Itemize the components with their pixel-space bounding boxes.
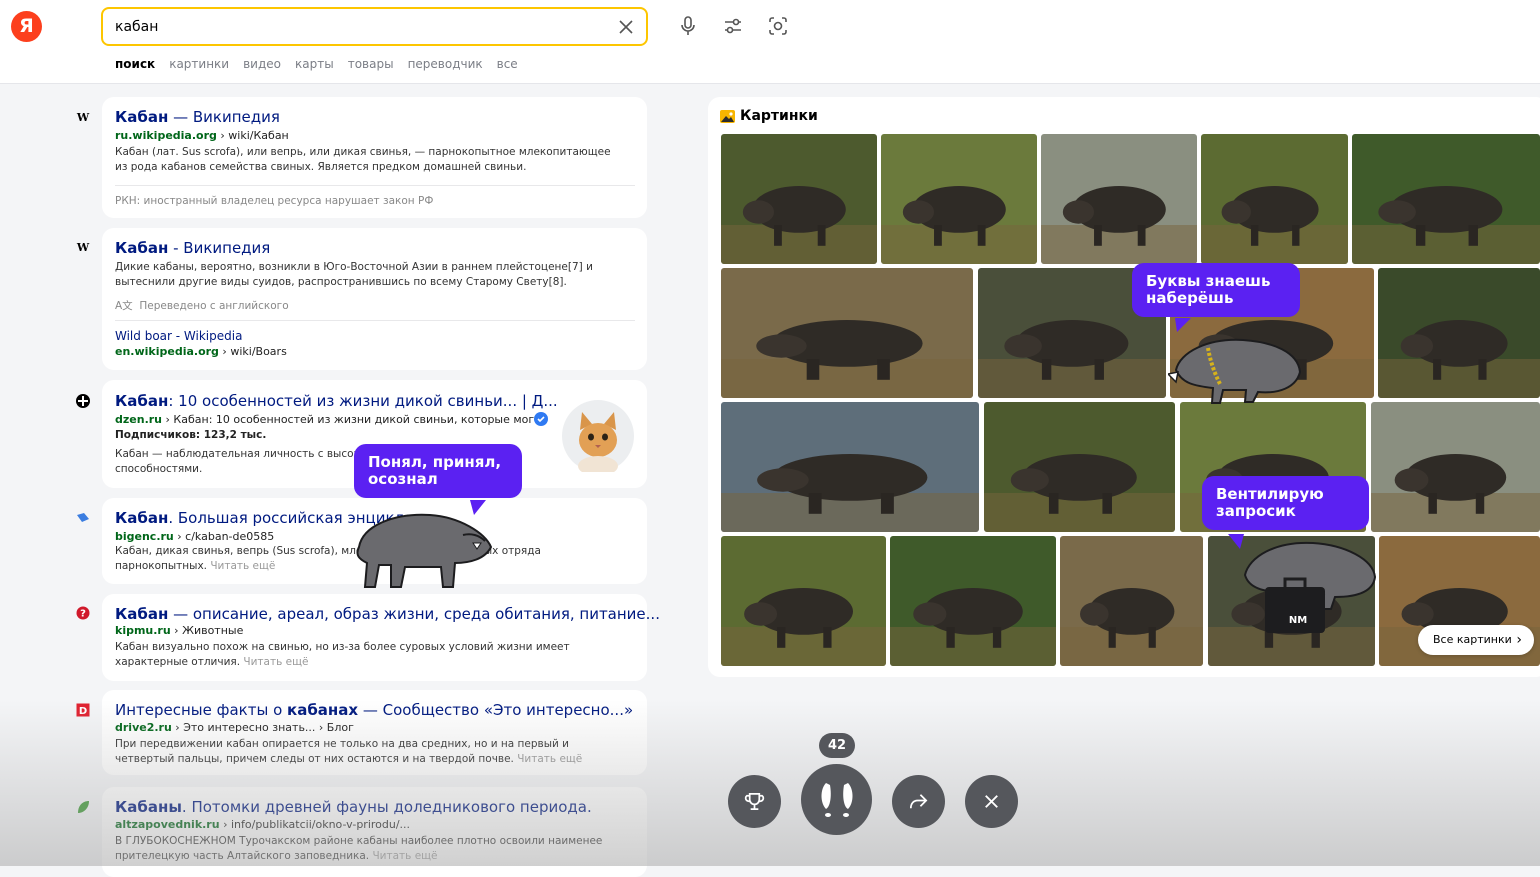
search-tabs: поиск картинки видео карты товары перево… (115, 57, 518, 71)
image-thumbnail[interactable] (721, 402, 979, 532)
result-note: РКН: иностранный владелец ресурса наруша… (115, 195, 434, 207)
image-thumbnail[interactable] (890, 536, 1056, 666)
speech-bubble: Вентилирую запросик (1202, 476, 1369, 530)
trophy-button[interactable] (728, 775, 781, 828)
image-thumbnail[interactable] (721, 536, 886, 666)
pictures-icon (720, 110, 735, 123)
verified-icon (534, 412, 548, 426)
result-title[interactable]: Кабан — Википедия (115, 108, 280, 126)
result-snippet: В ГЛУБОКОСНЕЖНОМ Турочакском районе каба… (115, 835, 603, 862)
result-url[interactable]: kipmu.ru › Животные (115, 624, 243, 637)
tab-search[interactable]: поиск (115, 57, 155, 71)
divider (115, 185, 635, 186)
microphone-icon[interactable] (676, 14, 700, 38)
search-box[interactable] (101, 7, 648, 46)
result-card: Кабан — описание, ареал, образ жизни, ср… (102, 594, 660, 681)
yandex-logo[interactable]: Я (11, 11, 42, 42)
image-thumbnail[interactable] (1371, 402, 1540, 532)
camera-search-icon[interactable] (766, 14, 790, 38)
result-card: Кабаны. Потомки древней фауны доледников… (102, 787, 647, 877)
result-title[interactable]: Кабаны. Потомки древней фауны доледников… (115, 798, 592, 816)
header: Я поиск картинки видео карты товары пере… (0, 0, 1540, 84)
image-thumbnail[interactable] (1060, 536, 1203, 666)
boar-chain-mascot (1168, 338, 1302, 404)
images-title[interactable]: Картинки (740, 108, 818, 124)
speech-bubble: Буквы знаешь наберёшь (1132, 263, 1300, 317)
result-title[interactable]: Кабан: 10 особенностей из жизни дикой св… (115, 392, 558, 410)
result-url[interactable]: dzen.ru › Кабан: 10 особенностей из жизн… (115, 413, 545, 426)
tab-products[interactable]: товары (348, 57, 394, 71)
translated-note: A文 Переведено с английского (115, 300, 289, 312)
paw-button[interactable] (801, 764, 872, 835)
chevron-right-icon: › (1516, 632, 1522, 648)
image-thumbnail[interactable] (1041, 134, 1197, 264)
result-snippet: При передвижении кабан опирается не толь… (115, 738, 583, 765)
tab-images[interactable]: картинки (169, 57, 229, 71)
subscribers-count: Подписчиков: 123,2 тыс. (115, 429, 267, 441)
image-thumbnail[interactable] (984, 402, 1175, 532)
image-thumbnail[interactable] (1378, 268, 1540, 398)
divider (115, 320, 635, 321)
share-icon (909, 794, 928, 809)
cat-avatar (562, 400, 634, 472)
close-icon (985, 795, 998, 808)
all-images-button[interactable]: Все картинки › (1418, 625, 1534, 655)
result-snippet: Дикие кабаны, вероятно, возникли в Юго-В… (115, 261, 593, 288)
close-button[interactable] (965, 775, 1018, 828)
search-input[interactable] (115, 17, 595, 37)
hoof-print-icon (821, 783, 853, 817)
result-card: Интересные факты о кабанах — Сообщество … (102, 690, 647, 775)
counter-badge: 42 (819, 733, 855, 758)
image-thumbnail[interactable] (881, 134, 1037, 264)
result-snippet: Кабан (лат. Sus scrofa), или вепрь, или … (115, 146, 611, 173)
image-thumbnail[interactable] (1352, 134, 1540, 264)
translate-icon: A文 (115, 300, 133, 312)
boar-briefcase-mascot: NM (1243, 541, 1377, 633)
tab-video[interactable]: видео (243, 57, 281, 71)
image-thumbnail[interactable] (721, 134, 877, 264)
result-title[interactable]: Кабан - Википедия (115, 239, 270, 257)
sub-link[interactable]: Wild boar - Wikipedia (115, 329, 242, 343)
leaf-icon (78, 801, 89, 813)
result-snippet: Кабан визуально похож на свинью, но из-з… (115, 641, 570, 668)
wikipedia-icon: W (76, 111, 90, 124)
result-card: Кабан - Википедия Дикие кабаны, вероятно… (102, 228, 647, 370)
tab-translator[interactable]: переводчик (408, 57, 483, 71)
result-url[interactable]: drive2.ru › Это интересно знать... › Бло… (115, 721, 354, 734)
result-card: Кабан — Википедия ru.wikipedia.org › wik… (102, 97, 647, 218)
bigenc-icon (77, 513, 89, 522)
result-title[interactable]: Кабан — описание, ареал, образ жизни, ср… (115, 605, 660, 623)
drive2-icon: D (76, 703, 90, 717)
briefcase-label: NM (1289, 615, 1307, 626)
share-button[interactable] (892, 775, 945, 828)
trophy-icon (744, 792, 765, 811)
svg-text:D: D (79, 706, 87, 717)
result-title[interactable]: Интересные факты о кабанах — Сообщество … (115, 701, 633, 719)
image-thumbnail[interactable] (721, 268, 973, 398)
kipmu-icon: ? (76, 606, 90, 620)
filters-icon[interactable] (721, 14, 745, 38)
dzen-icon (76, 394, 90, 408)
result-url[interactable]: en.wikipedia.org › wiki/Boars (115, 345, 287, 358)
tab-maps[interactable]: карты (295, 57, 334, 71)
tab-all[interactable]: все (497, 57, 518, 71)
wikipedia-icon: W (76, 241, 90, 254)
result-url[interactable]: bigenc.ru › c/kaban-de0585 (115, 530, 274, 543)
clear-icon[interactable] (614, 15, 638, 39)
svg-text:?: ? (80, 609, 86, 620)
image-thumbnail[interactable] (1201, 134, 1348, 264)
boar-mascot (356, 513, 493, 588)
result-url[interactable]: altzapovednik.ru › info/publikatcii/okno… (115, 818, 410, 831)
speech-bubble: Понял, принял, осознал (354, 444, 522, 498)
result-url[interactable]: ru.wikipedia.org › wiki/Кабан (115, 129, 289, 142)
